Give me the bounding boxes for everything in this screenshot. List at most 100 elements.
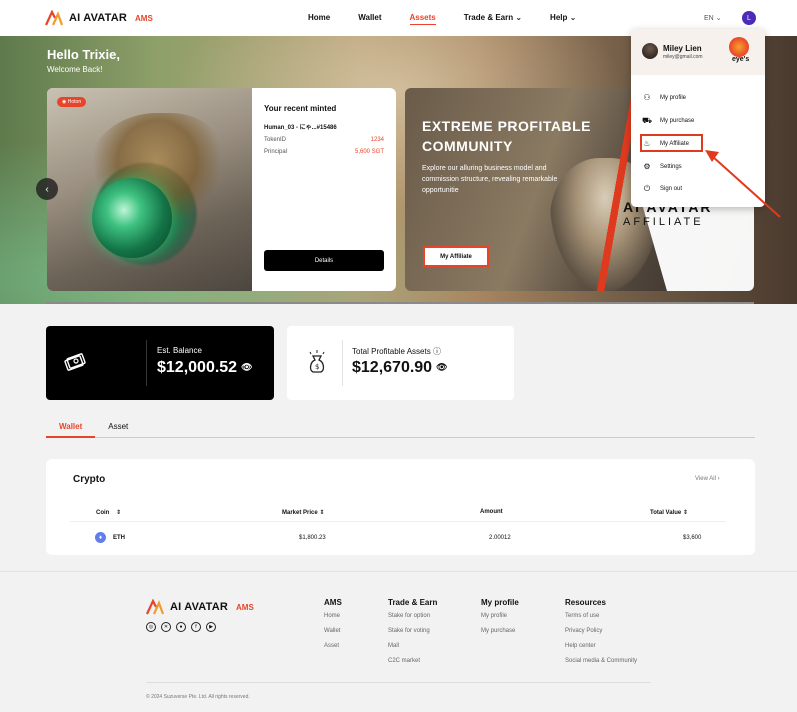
tab-wallet[interactable]: Wallet xyxy=(46,420,96,438)
profitable-label-row: Total Profitable Assets ⓘ xyxy=(352,346,441,357)
nav-trade-earn-label: Trade & Earn xyxy=(463,13,514,22)
my-affiliate-button[interactable]: My Affiliate xyxy=(423,246,489,267)
footer-heading: My profile xyxy=(481,598,519,607)
nav-help-label: Help xyxy=(550,13,568,22)
row-total: $3,600 xyxy=(683,535,702,541)
details-button[interactable]: Details xyxy=(264,250,384,271)
profitable-value-row: $12,670.90 👁 xyxy=(352,359,448,377)
footer-link[interactable]: Help center xyxy=(565,643,637,649)
logo-badge: AMS xyxy=(135,13,153,23)
hot-badge: ◉ Hoton xyxy=(57,97,87,107)
language-label: EN xyxy=(704,15,714,22)
footer-heading: Trade & Earn xyxy=(388,598,438,607)
token-value: 1234 xyxy=(370,137,384,143)
welcome-text: Welcome Back! xyxy=(47,65,103,74)
greeting: Hello Trixie, xyxy=(47,47,120,62)
chevron-down-icon: ⌄ xyxy=(515,13,523,22)
footer-link[interactable]: Stake for voting xyxy=(388,628,437,634)
balance-value-row: $12,000.52 👁 xyxy=(157,359,253,377)
menu-item-settings[interactable]: ⚙ Settings xyxy=(642,162,681,171)
brand-logo-icon xyxy=(729,37,749,57)
column-total-value-label: Total Value xyxy=(650,510,682,516)
divider xyxy=(342,340,343,386)
language-selector[interactable]: EN ⌄ xyxy=(704,14,722,22)
footer-col-resources: Resources Terms of use Privacy Policy He… xyxy=(565,598,637,673)
eth-icon: ♦ xyxy=(95,532,106,543)
cart-icon: ⛟ xyxy=(642,116,653,125)
avatar xyxy=(642,43,658,59)
principal-row: Principal 5,600 SGT xyxy=(264,149,384,155)
column-coin[interactable]: Coin ⇕ xyxy=(96,509,121,516)
footer-divider xyxy=(146,682,651,683)
logo[interactable]: AI AVATAR AMS xyxy=(45,10,153,26)
nav-home[interactable]: Home xyxy=(308,13,330,25)
sort-icon: ⇕ xyxy=(682,510,688,516)
column-amount: Amount xyxy=(480,509,503,515)
footer-col-trade: Trade & Earn Stake for option Stake for … xyxy=(388,598,437,673)
avatar[interactable]: L xyxy=(742,11,756,25)
footer-link[interactable]: Asset xyxy=(324,643,342,649)
logo-icon xyxy=(146,599,164,615)
profile-dropdown: Miley Lien miley@gmail.com eye's ⚇ My pro… xyxy=(631,29,765,207)
token-label: TokenID xyxy=(264,137,287,143)
footer-link[interactable]: C2C market xyxy=(388,658,437,664)
recent-minted-card: ◉ Hoton Your recent minted Human_03 - にゃ… xyxy=(47,88,396,291)
affiliate-brand-line2: AFFILIATE xyxy=(623,216,704,228)
facebook-icon[interactable]: f xyxy=(191,622,201,632)
nav-wallet[interactable]: Wallet xyxy=(358,13,381,25)
footer-link[interactable]: Stake for option xyxy=(388,613,437,619)
money-bag-icon: $ xyxy=(309,350,325,373)
menu-item-my-profile[interactable]: ⚇ My profile xyxy=(642,93,686,102)
user-name: Miley Lien xyxy=(663,44,702,53)
nav-help[interactable]: Help ⌄ xyxy=(550,13,576,25)
tab-asset[interactable]: Asset xyxy=(95,420,141,438)
balance-label: Est. Balance xyxy=(157,346,202,355)
footer-link[interactable]: My purchase xyxy=(481,628,519,634)
column-total-value[interactable]: Total Value ⇕ xyxy=(650,509,688,516)
menu-item-sign-out[interactable]: ⏻ Sign out xyxy=(642,184,682,194)
footer-col-profile: My profile My profile My purchase xyxy=(481,598,519,643)
youtube-icon[interactable]: ▶ xyxy=(206,622,216,632)
x-icon[interactable]: ✕ xyxy=(161,622,171,632)
eye-icon[interactable]: 👁 xyxy=(436,362,447,372)
carousel-prev-button[interactable]: ‹ xyxy=(36,178,58,200)
hot-badge-label: Hoton xyxy=(67,99,82,105)
logo-text: AI AVATAR xyxy=(69,12,128,24)
footer: AI AVATAR AMS ◎ ✕ ● f ▶ AMS Home Wallet … xyxy=(0,571,797,712)
footer-logo-badge: AMS xyxy=(236,602,254,612)
table-divider xyxy=(70,521,726,522)
footer-heading: AMS xyxy=(324,598,342,607)
nft-title: Your recent minted xyxy=(264,104,337,113)
footer-logo[interactable]: AI AVATAR AMS xyxy=(146,599,254,615)
affiliate-description: Explore our alluring business model and … xyxy=(422,165,558,194)
footer-link[interactable]: Terms of use xyxy=(565,613,637,619)
nav-trade-earn[interactable]: Trade & Earn ⌄ xyxy=(464,13,522,25)
footer-link[interactable]: Home xyxy=(324,613,342,619)
profitable-label: Total Profitable Assets xyxy=(352,347,431,356)
footer-link[interactable]: Social media & Community xyxy=(565,658,637,664)
highlight-box xyxy=(640,134,703,152)
menu-item-label: My purchase xyxy=(660,118,695,124)
column-market-price-label: Market Price xyxy=(282,510,318,516)
asset-tabs: Wallet Asset xyxy=(46,420,755,438)
view-all-link[interactable]: View All › xyxy=(695,476,720,482)
eye-icon[interactable]: 👁 xyxy=(241,362,252,372)
footer-link[interactable]: Wallet xyxy=(324,628,342,634)
affiliate-title: EXTREME PROFITABLE COMMUNITY xyxy=(422,118,591,154)
footer-link[interactable]: Mall xyxy=(388,643,437,649)
info-icon[interactable]: ⓘ xyxy=(433,347,441,356)
nav-assets[interactable]: Assets xyxy=(409,13,436,25)
footer-link[interactable]: My profile xyxy=(481,613,519,619)
column-market-price[interactable]: Market Price ⇕ xyxy=(282,509,324,516)
orb-art xyxy=(92,178,172,258)
footer-link[interactable]: Privacy Policy xyxy=(565,628,637,634)
balance-value: $12,000.52 xyxy=(157,359,238,376)
gear-icon: ⚙ xyxy=(643,162,651,171)
nft-info: Your recent minted Human_03 - にゃ...#1548… xyxy=(264,104,384,155)
instagram-icon[interactable]: ◎ xyxy=(146,622,156,632)
menu-item-my-purchase[interactable]: ⛟ My purchase xyxy=(642,116,694,126)
nft-name: Human_03 - にゃ...#15486 xyxy=(264,125,337,131)
discord-icon[interactable]: ● xyxy=(176,622,186,632)
copyright: © 2024 Suzuverse Pte. Ltd. All rights re… xyxy=(146,694,250,700)
principal-label: Principal xyxy=(264,149,288,155)
